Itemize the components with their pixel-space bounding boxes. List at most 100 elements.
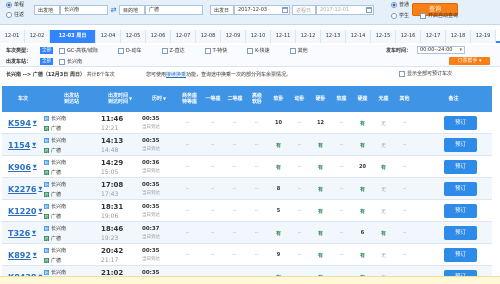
seat-moving: -- [289,244,310,266]
train-number-link[interactable]: K892 ▼ [8,244,37,266]
no-service-dash: -- [339,142,344,148]
date-tab[interactable]: 12-01 [0,30,25,43]
from-station-option[interactable]: 长兴南 [59,58,82,65]
chevron-down-icon[interactable]: ▼ [33,120,37,126]
train-type-option[interactable]: D-动车 [117,47,142,54]
seat-high-soft: -- [246,244,267,266]
from-station-value: 长兴南 [64,7,80,13]
checkbox-icon [399,70,405,77]
book-button[interactable]: 预订 [444,138,477,152]
round-trip-radio[interactable]: 往返 [6,11,24,18]
column-header-train: 车次 [2,86,44,112]
seat-no-seat: 无 [380,186,386,193]
date-tab[interactable]: 12-08 [196,30,221,43]
date-tab[interactable]: 12-07 [171,30,196,43]
date-tab[interactable]: 12-12 [296,30,321,43]
table-header: 车次 出发站 到达站 出发时间 到达时间 ▼ 历时 ▼ 商务座 特等座 一等座 二等座 高级 软卧… [2,86,492,112]
train-type-option[interactable]: GC-高铁/城际 [59,47,98,54]
chevron-down-icon[interactable]: ▼ [38,208,42,214]
from-station-input[interactable]: 长兴南 [60,5,108,15]
auto-query-checkbox[interactable]: 开启自动查询 [420,12,458,19]
column-header-label: 备注 [448,96,459,102]
train-number-link[interactable]: T326 ▼ [8,222,36,244]
chevron-down-icon[interactable]: ▼ [38,186,42,192]
date-tab[interactable]: 12-05 [121,30,146,43]
date-tab[interactable]: 12-02 [25,30,50,43]
no-service-dash: -- [297,164,302,170]
no-service-dash: -- [297,252,302,258]
show-all-checkbox[interactable]: 显示全部可预订车次 [399,70,452,77]
no-service-dash: -- [210,230,215,236]
date-tab[interactable]: 12-17 [421,30,446,43]
date-tab[interactable]: 12-13 [321,30,346,43]
seat-hard-seat: 20 [359,164,366,170]
train-type-option[interactable]: T-特快 [204,47,227,54]
date-tab[interactable]: 12-09 [221,30,246,43]
train-number-link[interactable]: K1220 ▼ [8,200,42,222]
date-tab[interactable]: 12-03 周日 [50,30,96,43]
book-button[interactable]: 预订 [444,226,477,240]
departure-date-input[interactable]: 2017-12-03 [234,5,290,15]
duration: 00:35 [142,116,160,122]
end-station-icon: 终 [44,235,49,241]
train-type-all-button[interactable]: 全部 [40,47,53,54]
column-header-duration[interactable]: 历时 ▼ [141,86,177,112]
checkbox-icon [117,47,124,54]
column-header-times[interactable]: 出发时间 到达时间 ▼ [99,86,141,112]
date-tab[interactable]: 12-15 [371,30,396,43]
train-number-link[interactable]: K2276 ▼ [8,178,42,200]
train-row: T326 ▼ 始长兴南终广德 18:46 19:23 00:37 当日到达 -- -- -- -- 有… [2,222,492,244]
no-service-dash: -- [254,142,259,148]
date-tab[interactable]: 12-16 [396,30,421,43]
no-service-dash: -- [402,164,407,170]
train-type-option[interactable]: K-快速 [247,47,270,54]
train-number-link[interactable]: K906 ▼ [8,156,37,178]
no-service-dash: -- [185,164,190,170]
seat-first: -- [202,156,223,178]
date-tab[interactable]: 12-10 [246,30,271,43]
date-tab[interactable]: 12-18 [446,30,471,43]
passenger-student-radio[interactable]: 学生 [391,12,409,19]
seat-second: -- [224,200,245,222]
train-type-option[interactable]: Z-直达 [161,47,185,54]
seat-business: -- [177,112,198,134]
train-number-link[interactable]: 1154 ▼ [8,134,36,156]
date-tab[interactable]: 12-04 [96,30,121,43]
from-station-all-button[interactable]: 全部 [40,58,53,65]
seat-no-seat: 无 [380,252,386,259]
book-button[interactable]: 预订 [444,248,477,262]
return-date-input[interactable]: 2017-12-01 [316,5,374,15]
passenger-student-label: 学生 [399,13,410,19]
chevron-down-icon[interactable]: ▼ [33,252,37,258]
train-number-link[interactable]: K594 ▼ [8,112,37,134]
train-number: 1154 [8,140,31,150]
passenger-normal-radio[interactable]: 普通 [391,1,409,8]
book-button[interactable]: 预订 [444,160,477,174]
end-station-icon: 终 [44,125,49,131]
chevron-down-icon[interactable]: ▼ [32,230,36,236]
date-tab[interactable]: 12-06 [146,30,171,43]
booking-helper-button[interactable]: 订票帮手 ▾ [449,57,490,65]
column-header-high-soft: 高级 软卧 [246,86,268,112]
one-way-radio[interactable]: 单程 [6,1,24,8]
return-label: 返程日 [292,5,316,15]
date-tab[interactable]: 12-11 [271,30,296,43]
seat-first: -- [202,178,223,200]
swap-stations-icon[interactable]: ⇄ [109,6,118,14]
end-station-icon: 终 [44,213,49,219]
departure-time-select[interactable]: 00:00--24:00 [417,46,465,54]
book-button[interactable]: 预订 [444,116,477,130]
train-row: K892 ▼ 始长兴南终广德 20:42 21:17 00:35 当日到达 -- -- -- -- 9… [2,244,492,266]
train-type-option[interactable]: 其他 [289,47,308,54]
transfer-link[interactable]: 接续换乘 [166,72,186,78]
seat-hard-sleeper: 有 [317,186,323,193]
seat-business: -- [177,244,198,266]
book-button[interactable]: 预订 [444,182,477,196]
date-tab[interactable]: 12-19 [471,30,496,43]
to-station-input[interactable]: 广德 [145,5,203,15]
checkbox-icon [420,12,426,19]
chevron-down-icon[interactable]: ▼ [32,142,36,148]
book-button[interactable]: 预订 [444,204,477,218]
date-tab[interactable]: 12-14 [346,30,371,43]
chevron-down-icon[interactable]: ▼ [33,164,37,170]
